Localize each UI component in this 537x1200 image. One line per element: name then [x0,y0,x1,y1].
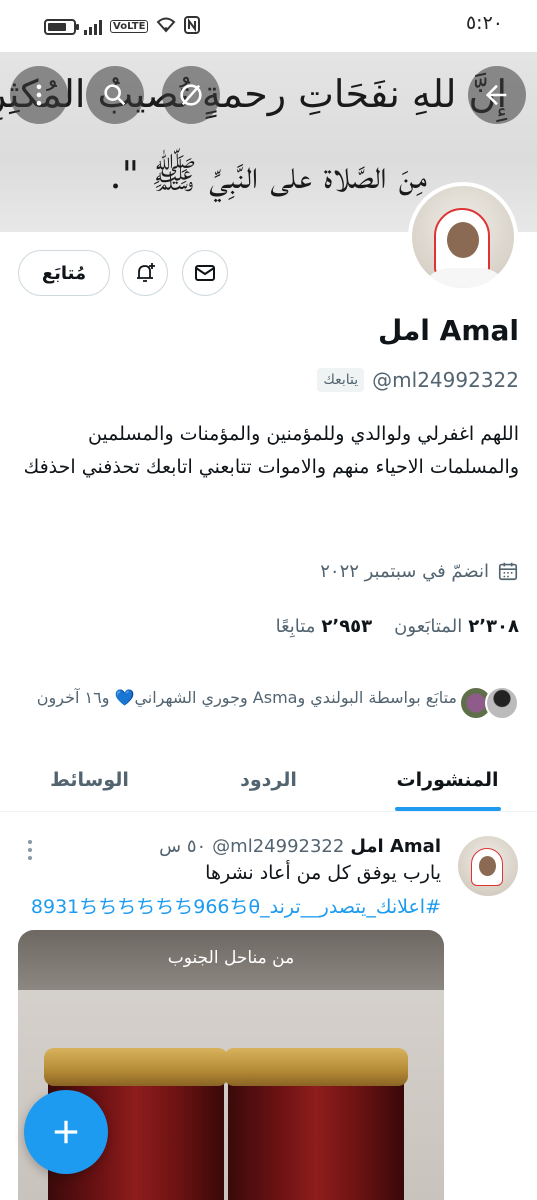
following-label: متابِعًا [275,616,316,637]
back-button[interactable] [468,66,526,124]
post-hashtag[interactable]: #اعلانك_يتصدر__ترند_8931ちちちちちち966ちθ [31,892,441,919]
status-time: ٥:٢٠ [465,12,503,34]
signal-icon [84,19,102,35]
followed-by-row[interactable]: متابَع بواسطة البولندي وAsma وجوري الشهر… [19,686,519,720]
bell-plus-icon [137,263,155,282]
avatar-face [479,856,496,876]
post-more-button[interactable] [20,838,40,862]
followed-by-text: متابَع بواسطة البولندي وAsma وجوري الشهر… [36,688,457,707]
nfc-icon [184,16,201,37]
following-stat[interactable]: ٢٬٩٥٣ متابِعًا [276,616,373,637]
status-icons: VoLTE [44,16,201,37]
banner-text-line2: مِنَ الصَّلاة على النَّبِيِّ ﷺ ". [109,153,427,197]
joined-date-row: انضمّ في سبتمبر ٢٠٢٢ [320,560,519,582]
followers-label: المتابَعون [394,616,463,637]
avatar-body [420,268,510,288]
more-button[interactable] [10,66,68,124]
more-dot [28,848,32,852]
tab-posts[interactable]: المنشورات [358,748,537,811]
profile-name: امل Amal [377,314,519,347]
post-author-handle[interactable]: @ml24992322 [212,836,344,857]
profile-avatar[interactable] [408,182,518,292]
wifi-icon [156,17,176,36]
more-vertical-icon [36,84,42,106]
profile-bio: اللهم اغفرلي ولوالدي وللمؤمنين والمؤمنات… [23,423,519,478]
grok-icon [180,84,202,106]
search-button[interactable] [86,66,144,124]
message-button[interactable] [182,250,228,296]
jar-lid [224,1048,408,1086]
arrow-back-icon [485,84,507,106]
post-header: امل Amal @ml24992322 ٥٠ س [159,836,441,857]
avatar-face [447,222,479,258]
follows-you-badge: يتابعك [317,368,365,392]
followers-stat[interactable]: ٢٬٣٠٨ المتابَعون [394,616,519,637]
profile-handle: @ml24992322 [372,368,519,392]
follow-stats: ٢٬٣٠٨ المتابَعون ٢٬٩٥٣ متابِعًا [276,616,519,637]
more-dot [28,840,32,844]
post-avatar[interactable] [458,836,518,896]
jar-lid [44,1048,228,1086]
volte-badge: VoLTE [110,20,149,33]
calendar-icon [498,562,518,581]
mini-avatar [485,686,519,720]
envelope-icon [195,265,215,281]
search-icon [104,84,126,106]
post-time: ٥٠ س [159,836,207,857]
post-author-name[interactable]: امل Amal [350,836,441,857]
joined-date: انضمّ في سبتمبر ٢٠٢٢ [320,560,489,582]
notifications-button[interactable] [122,250,168,296]
tab-replies[interactable]: الردود [179,748,358,811]
post-text: يارب يوفق كل من أعاد نشرها [205,862,441,884]
banner-text-line1: إِنَّ للهِ نفَحَاتِ رحمةٍ تُصيبُ المُكثِ… [0,72,507,116]
battery-icon [44,18,79,35]
followed-by-avatars [459,686,519,720]
honey-jar [224,1048,408,1200]
grok-button[interactable] [162,66,220,124]
followers-count: ٢٬٣٠٨ [468,616,519,637]
compose-fab[interactable] [24,1090,108,1174]
handle-row: @ml24992322 يتابعك [317,368,519,392]
following-button[interactable]: مُتابَع [18,250,110,296]
tab-media[interactable]: الوسائط [0,748,179,811]
following-count: ٢٬٩٥٣ [321,616,373,637]
status-bar: VoLTE ٥:٢٠ [0,0,537,52]
media-caption: من مناحل الجنوب [167,948,295,968]
plus-icon [54,1120,78,1144]
profile-tabs: المنشورات الردود الوسائط [0,748,537,812]
more-dot [28,856,32,860]
